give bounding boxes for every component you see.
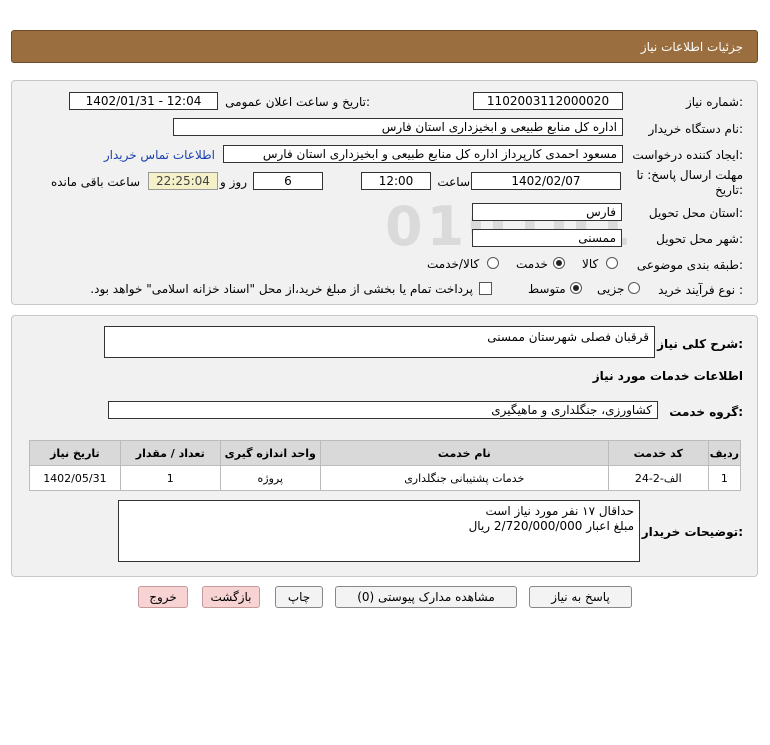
announce-datetime-field: 1402/01/31 - 12:04 [69,92,218,110]
category-radio-goods[interactable] [606,257,618,269]
cell-need-date: 1402/05/31 [29,465,121,491]
cell-service-code: الف-2-24 [607,465,709,491]
need-number-field: 1102003112000020 [473,92,623,110]
process-radio-minor[interactable] [628,282,640,294]
category-radio-goods-service[interactable] [487,257,499,269]
city-field: ممسنی [472,229,622,247]
cell-service-name: خدمات پشتیبانی جنگلداری [319,465,609,491]
treasury-payment-checkbox[interactable] [479,282,492,295]
view-attachments-button[interactable]: مشاهده مدارک پیوستی (0) [335,586,517,608]
province-field: فارس [472,203,622,221]
deadline-label-date: تاریخ: [715,183,743,197]
summary-field: قرقبان فصلی شهرستان ممسنی [104,326,655,358]
deadline-date-field: 1402/02/07 [471,172,621,190]
buyer-description-line-2: مبلغ اعبار 2/720/000/000 ریال [468,519,634,533]
requester-label: ایجاد کننده درخواست: [632,148,743,162]
summary-label: شرح کلی نیاز: [657,337,743,351]
deadline-time-label: ساعت [437,175,470,189]
reply-button[interactable]: پاسخ به نیاز [529,586,632,608]
back-button[interactable]: بازگشت [202,586,260,608]
buyer-description-label: توضیحات خریدار: [641,525,743,539]
province-label: استان محل تحویل: [648,206,743,220]
process-label: نوع فرآیند خرید : [658,283,743,297]
process-option-minor: جزیی [597,282,625,296]
col-header-need-date: تاریخ نیاز [29,440,121,466]
col-header-row-no: ردیف [707,440,742,466]
cell-quantity: 1 [119,465,221,491]
requester-field: مسعود احمدی کارپرداز اداره کل منابع طبیع… [223,145,623,163]
days-field: 6 [253,172,323,190]
cell-row-no: 1 [707,465,742,491]
cell-unit: پروژه [219,465,321,491]
payment-note: پرداخت تمام یا بخشی از مبلغ خرید،از محل … [90,282,473,296]
need-number-label: شماره نیاز: [685,95,743,109]
process-option-medium: متوسط [528,282,566,296]
service-group-field: کشاورزی، جنگلداری و ماهیگیری [108,401,658,419]
deadline-time-field: 12:00 [361,172,431,190]
buyer-org-label: نام دستگاه خریدار: [648,122,744,136]
category-option-goods: کالا [582,257,599,271]
print-button[interactable]: چاپ [275,586,323,608]
col-header-service-name: نام خدمت [319,440,609,466]
announce-label: تاریخ و ساعت اعلان عمومی: [225,95,370,109]
days-label: روز و [220,175,247,189]
buyer-contact-link[interactable]: اطلاعات تماس خریدار [104,148,215,162]
service-group-label: گروه خدمت: [669,405,743,419]
col-header-service-code: کد خدمت [607,440,709,466]
remaining-label: ساعت باقی مانده [50,175,140,189]
category-label: طبقه بندی موضوعی: [636,258,743,272]
deadline-label: مهلت ارسال پاسخ: تا [636,168,743,182]
process-radio-medium[interactable] [570,282,582,294]
city-label: شهر محل تحویل: [656,232,743,246]
services-table: ردیف کد خدمت نام خدمت واحد اندازه گیری ت… [29,440,742,491]
col-header-unit: واحد اندازه گیری [219,440,321,466]
category-option-goods-service: کالا/خدمت [427,257,480,271]
services-section-title: اطلاعات خدمات مورد نیاز [592,369,743,383]
page-title: جزئیات اطلاعات نیاز [640,40,743,54]
buyer-org-field: اداره کل منابع طبیعی و ابخیزداری استان ف… [173,118,623,136]
category-option-service: خدمت [516,257,548,271]
table-row: 1 الف-2-24 خدمات پشتیبانی جنگلداری پروژه… [29,465,742,491]
buyer-description-box: حداقال ۱۷ نفر مورد نیاز است مبلغ اعبار 2… [118,500,640,562]
page-header: جزئیات اطلاعات نیاز [11,30,758,63]
col-header-quantity: تعداد / مقدار [119,440,221,466]
buyer-description-line-1: حداقال ۱۷ نفر مورد نیاز است [485,504,634,518]
category-radio-service[interactable] [553,257,565,269]
remaining-time-field: 22:25:04 [148,172,218,190]
table-header-row: ردیف کد خدمت نام خدمت واحد اندازه گیری ت… [29,440,742,466]
exit-button[interactable]: خروج [138,586,188,608]
